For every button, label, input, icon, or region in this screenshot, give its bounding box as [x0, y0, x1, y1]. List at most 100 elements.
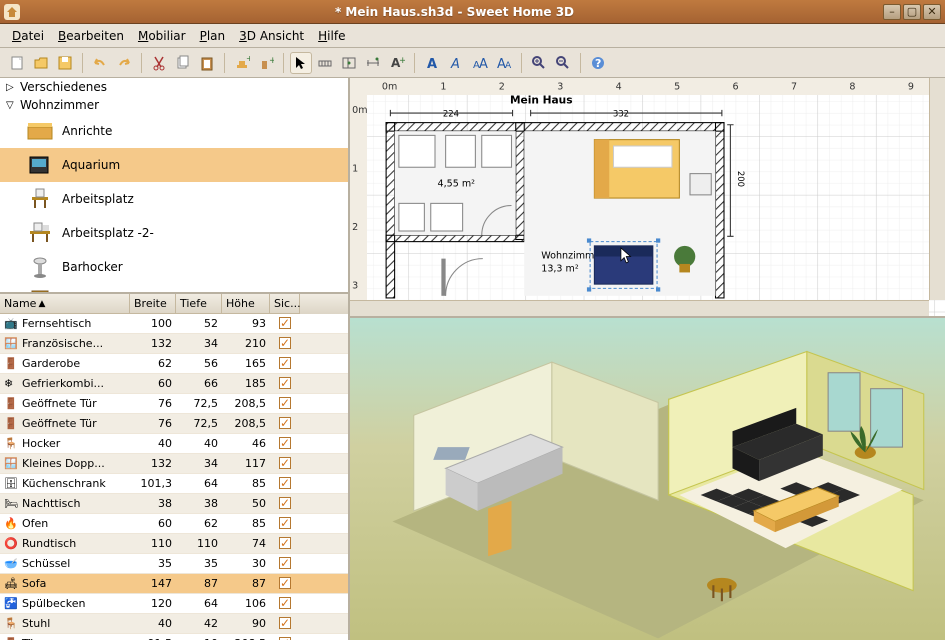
row-tiefe: 42	[176, 615, 222, 632]
plan-canvas[interactable]: 0m123456789 0m123 Mein Haus 224 332 200	[350, 78, 945, 316]
table-row[interactable]: 🔥Ofen 60 62 85 ✓	[0, 514, 348, 534]
visibility-checkbox[interactable]: ✓	[279, 377, 291, 389]
minimize-button[interactable]: –	[883, 4, 901, 20]
plan-scrollbar-v[interactable]	[929, 78, 945, 300]
visibility-checkbox[interactable]: ✓	[279, 357, 291, 369]
row-breite: 76	[130, 395, 176, 412]
col-hoehe[interactable]: Höhe	[222, 294, 270, 314]
table-row[interactable]: 🪟Französische... 132 34 210 ✓	[0, 334, 348, 354]
visibility-checkbox[interactable]: ✓	[279, 577, 291, 589]
cut-icon[interactable]	[148, 52, 170, 74]
catalog-group-verschiedenes[interactable]: ▷ Verschiedenes	[0, 78, 348, 96]
table-row[interactable]: ⭕Rundtisch 110 110 74 ✓	[0, 534, 348, 554]
text-bigger-icon[interactable]: AA	[469, 52, 491, 74]
catalog-item[interactable]: Anrichte	[0, 114, 348, 148]
visibility-checkbox[interactable]: ✓	[279, 437, 291, 449]
select-tool-icon[interactable]	[290, 52, 312, 74]
save-icon[interactable]	[54, 52, 76, 74]
visibility-checkbox[interactable]: ✓	[279, 537, 291, 549]
visibility-checkbox[interactable]: ✓	[279, 317, 291, 329]
text-italic-icon[interactable]: A	[445, 52, 467, 74]
menu-3d-ansicht[interactable]: 3D Ansicht	[233, 27, 310, 45]
visibility-checkbox[interactable]: ✓	[279, 497, 291, 509]
svg-text:13,3 m²: 13,3 m²	[541, 263, 579, 274]
open-icon[interactable]	[30, 52, 52, 74]
svg-text:332: 332	[613, 109, 629, 119]
zoom-out-icon[interactable]	[552, 52, 574, 74]
help-icon[interactable]: ?	[587, 52, 609, 74]
table-row[interactable]: 🛋Sofa 147 87 87 ✓	[0, 574, 348, 594]
catalog-item[interactable]: Arbeitsplatz -2-	[0, 216, 348, 250]
plan-view[interactable]: 0m123456789 0m123 Mein Haus 224 332 200	[350, 78, 945, 318]
menubar: Datei Bearbeiten Mobiliar Plan 3D Ansich…	[0, 24, 945, 48]
table-row[interactable]: 🚪Garderobe 62 56 165 ✓	[0, 354, 348, 374]
visibility-checkbox[interactable]: ✓	[279, 397, 291, 409]
text-bold-icon[interactable]: A	[421, 52, 443, 74]
catalog-item[interactable]: Bücherregal	[0, 284, 348, 294]
import-furniture-icon[interactable]: +	[255, 52, 277, 74]
table-row[interactable]: ❄Gefrierkombi... 60 66 185 ✓	[0, 374, 348, 394]
table-row[interactable]: 🥣Schüssel 35 35 30 ✓	[0, 554, 348, 574]
furniture-thumb-icon	[26, 118, 54, 144]
menu-datei[interactable]: Datei	[6, 27, 50, 45]
create-rooms-icon[interactable]	[338, 52, 360, 74]
visibility-checkbox[interactable]: ✓	[279, 417, 291, 429]
furniture-catalog[interactable]: ▷ Verschiedenes ▽ Wohnzimmer AnrichteAqu…	[0, 78, 348, 294]
col-name[interactable]: Name▲	[0, 294, 130, 314]
maximize-button[interactable]: ▢	[903, 4, 921, 20]
row-hoehe: 85	[222, 515, 270, 532]
zoom-in-icon[interactable]	[528, 52, 550, 74]
catalog-item[interactable]: Arbeitsplatz	[0, 182, 348, 216]
create-walls-icon[interactable]	[314, 52, 336, 74]
text-smaller-icon[interactable]: AA	[493, 52, 515, 74]
visibility-checkbox[interactable]: ✓	[279, 477, 291, 489]
table-row[interactable]: 🛏Nachttisch 38 38 50 ✓	[0, 494, 348, 514]
row-tiefe: 62	[176, 515, 222, 532]
add-furniture-icon[interactable]: +	[231, 52, 253, 74]
table-row[interactable]: 🚪Geöffnete Tür 76 72,5 208,5 ✓	[0, 414, 348, 434]
table-row[interactable]: 🗄Küchenschrank 101,3 64 85 ✓	[0, 474, 348, 494]
plan-scrollbar-h[interactable]	[350, 300, 929, 316]
svg-text:+: +	[269, 56, 274, 66]
table-row[interactable]: 🚪Geöffnete Tür 76 72,5 208,5 ✓	[0, 394, 348, 414]
visibility-checkbox[interactable]: ✓	[279, 617, 291, 629]
row-tiefe: 10	[176, 635, 222, 640]
create-text-icon[interactable]: A+	[386, 52, 408, 74]
row-breite: 101,3	[130, 475, 176, 492]
menu-bearbeiten[interactable]: Bearbeiten	[52, 27, 130, 45]
3d-view[interactable]	[350, 318, 945, 640]
catalog-group-label: Verschiedenes	[20, 80, 107, 94]
create-dimensions-icon[interactable]	[362, 52, 384, 74]
table-row[interactable]: 🪟Kleines Dopp... 132 34 117 ✓	[0, 454, 348, 474]
col-sichtbar[interactable]: Sic...	[270, 294, 300, 314]
row-breite: 132	[130, 455, 176, 472]
col-tiefe[interactable]: Tiefe	[176, 294, 222, 314]
menu-mobiliar[interactable]: Mobiliar	[132, 27, 192, 45]
table-row[interactable]: 📺Fernsehtisch 100 52 93 ✓	[0, 314, 348, 334]
menu-hilfe[interactable]: Hilfe	[312, 27, 351, 45]
copy-icon[interactable]	[172, 52, 194, 74]
visibility-checkbox[interactable]: ✓	[279, 557, 291, 569]
furniture-table[interactable]: Name▲ Breite Tiefe Höhe Sic... 📺Fernseht…	[0, 294, 348, 640]
table-row[interactable]: 🚰Spülbecken 120 64 106 ✓	[0, 594, 348, 614]
undo-icon[interactable]	[89, 52, 111, 74]
col-breite[interactable]: Breite	[130, 294, 176, 314]
close-button[interactable]: ✕	[923, 4, 941, 20]
menu-plan[interactable]: Plan	[194, 27, 232, 45]
new-icon[interactable]	[6, 52, 28, 74]
table-row[interactable]: 🚪Tür 91,5 10 208,5 ✓	[0, 634, 348, 640]
visibility-checkbox[interactable]: ✓	[279, 337, 291, 349]
furniture-mini-icon: ⭕	[4, 537, 18, 551]
catalog-item[interactable]: Aquarium	[0, 148, 348, 182]
svg-text:2: 2	[352, 222, 358, 233]
visibility-checkbox[interactable]: ✓	[279, 457, 291, 469]
visibility-checkbox[interactable]: ✓	[279, 597, 291, 609]
row-breite: 100	[130, 315, 176, 332]
catalog-group-wohnzimmer[interactable]: ▽ Wohnzimmer	[0, 96, 348, 114]
redo-icon[interactable]	[113, 52, 135, 74]
paste-icon[interactable]	[196, 52, 218, 74]
catalog-item[interactable]: Barhocker	[0, 250, 348, 284]
visibility-checkbox[interactable]: ✓	[279, 517, 291, 529]
table-row[interactable]: 🪑Stuhl 40 42 90 ✓	[0, 614, 348, 634]
table-row[interactable]: 🪑Hocker 40 40 46 ✓	[0, 434, 348, 454]
